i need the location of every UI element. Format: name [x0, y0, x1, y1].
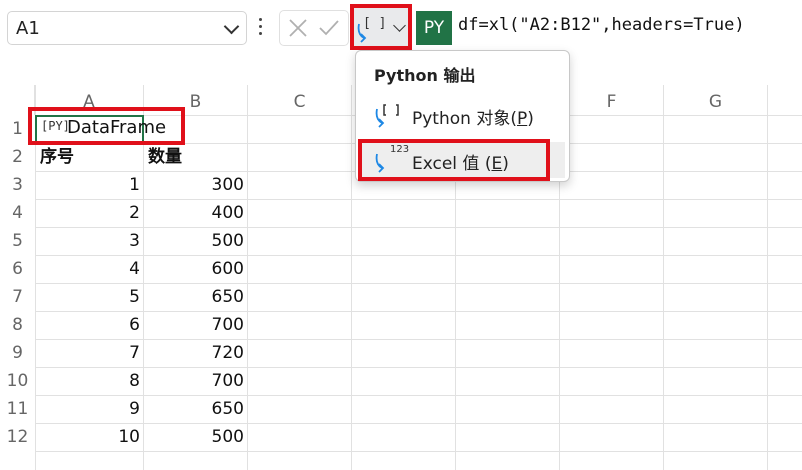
menu-item-label: Python 对象(P): [412, 109, 534, 129]
cell-b12[interactable]: 500: [144, 423, 244, 451]
cell-b9[interactable]: 720: [144, 339, 244, 367]
row-header-2[interactable]: 2: [0, 143, 35, 171]
row-header-4[interactable]: 4: [0, 199, 35, 227]
row-header-6[interactable]: 6: [0, 255, 35, 283]
cell-b5[interactable]: 500: [144, 227, 244, 255]
bracket-icon: [ ]: [363, 16, 387, 31]
cell-a2[interactable]: 序号: [40, 143, 74, 171]
cell-a3[interactable]: 1: [36, 171, 140, 199]
formula-text[interactable]: df=xl("A2:B12",headers=True): [458, 15, 745, 35]
cell-b7[interactable]: 650: [144, 283, 244, 311]
formula-edit-controls: [279, 10, 349, 46]
row-header-9[interactable]: 9: [0, 339, 35, 367]
cell-a6[interactable]: 4: [36, 255, 140, 283]
gridline: [247, 115, 248, 470]
cell-a9[interactable]: 7: [36, 339, 140, 367]
row-header-11[interactable]: 11: [0, 395, 35, 423]
confirm-icon[interactable]: [318, 19, 340, 37]
chevron-down-icon[interactable]: [223, 18, 240, 35]
row-header-8[interactable]: 8: [0, 311, 35, 339]
py-badge: PY: [416, 11, 452, 45]
cell-a7[interactable]: 5: [36, 283, 140, 311]
row-header-12[interactable]: 12: [0, 423, 35, 451]
cell-a11[interactable]: 9: [36, 395, 140, 423]
name-box[interactable]: A1: [7, 11, 247, 45]
gridline: [663, 115, 664, 470]
menu-title: Python 输出: [374, 66, 476, 85]
gridline: [35, 451, 802, 452]
name-box-value: A1: [16, 18, 40, 39]
cell-b2[interactable]: 数量: [148, 143, 182, 171]
gridline: [767, 115, 768, 470]
cell-a10[interactable]: 8: [36, 367, 140, 395]
cell-b8[interactable]: 700: [144, 311, 244, 339]
column-header-c[interactable]: C: [248, 85, 352, 115]
cell-a4[interactable]: 2: [36, 199, 140, 227]
gridline: [351, 115, 352, 470]
python-object-option-icon: [375, 104, 399, 128]
cell-b3[interactable]: 300: [144, 171, 244, 199]
cell-b10[interactable]: 700: [144, 367, 244, 395]
cell-a12[interactable]: 10: [36, 423, 140, 451]
python-output-button[interactable]: [ ]: [350, 4, 412, 50]
row-header-10[interactable]: 10: [0, 367, 35, 395]
cell-a8[interactable]: 6: [36, 311, 140, 339]
chevron-down-icon: [393, 19, 406, 32]
highlight-box-excel-value: [358, 139, 550, 181]
cell-b4[interactable]: 400: [144, 199, 244, 227]
row-header-3[interactable]: 3: [0, 171, 35, 199]
more-options-icon[interactable]: [259, 18, 263, 38]
cell-a5[interactable]: 3: [36, 227, 140, 255]
row-header-5[interactable]: 5: [0, 227, 35, 255]
cancel-icon[interactable]: [288, 18, 308, 38]
column-header-g[interactable]: G: [664, 85, 768, 115]
cell-b11[interactable]: 650: [144, 395, 244, 423]
row-header-7[interactable]: 7: [0, 283, 35, 311]
menu-item-python-object[interactable]: Python 对象(P): [360, 97, 565, 133]
cell-b6[interactable]: 600: [144, 255, 244, 283]
column-header-f[interactable]: F: [560, 85, 664, 115]
highlight-box-a1: [28, 107, 185, 145]
